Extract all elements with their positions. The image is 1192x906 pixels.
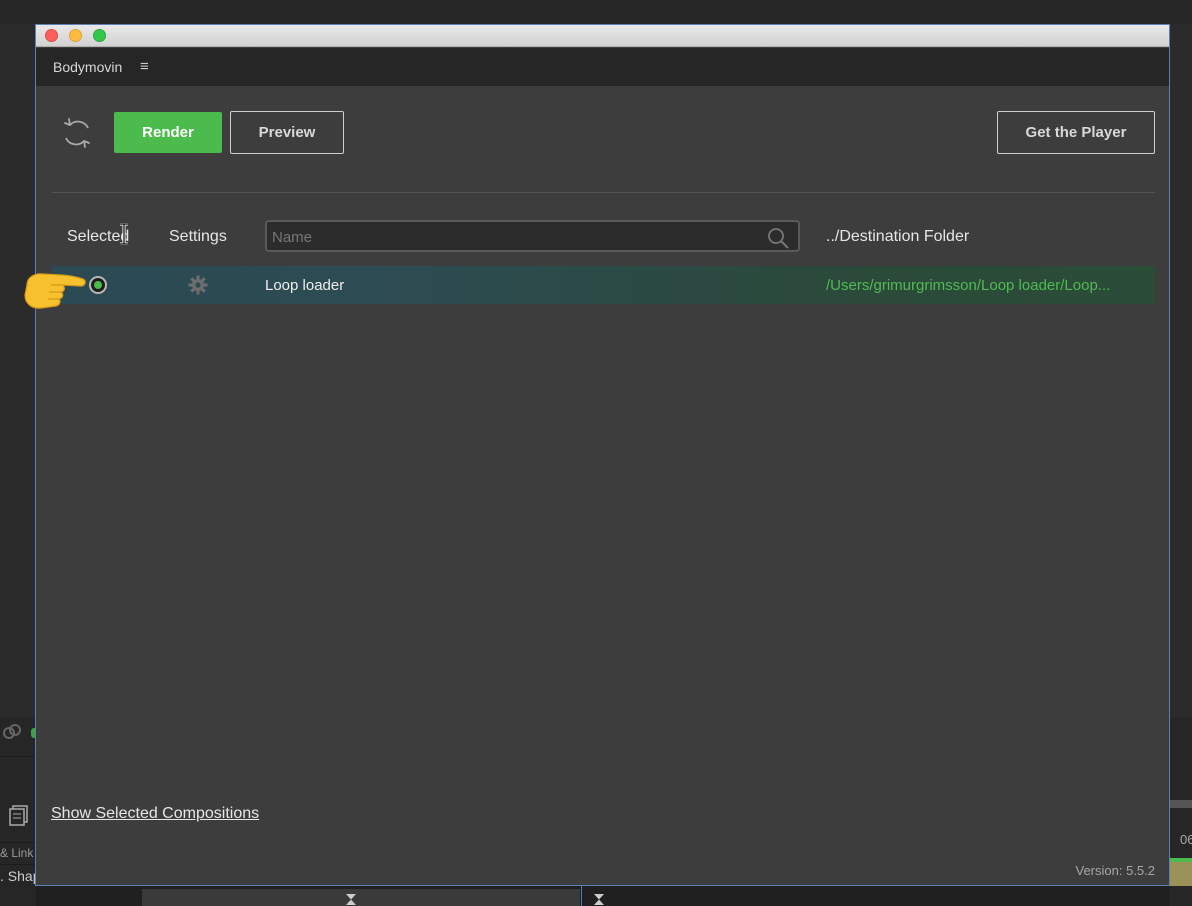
composition-name: Loop loader [265,277,345,294]
show-selected-compositions-link[interactable]: Show Selected Compositions [51,805,259,823]
composition-row[interactable]: Loop loader /Users/grimurgrimsson/Loop l… [52,266,1155,304]
background-app-left-panel: & Link . Shap [0,718,40,906]
panel-header: Bodymovin ≡ [36,48,1169,86]
composition-icon[interactable] [8,804,30,826]
divider [0,864,36,865]
timeline-divider [581,886,582,906]
scrollbar[interactable] [1170,800,1192,808]
search-field[interactable] [265,220,800,252]
pointing-hand-icon [24,273,86,309]
column-header-destination: ../Destination Folder [826,228,970,245]
background-app-right-panel: 06 [1170,718,1192,906]
hourglass-icon [346,894,356,905]
background-app-top [0,0,1192,24]
background-app-timeline [36,886,1170,906]
preview-button[interactable]: Preview [230,111,344,154]
toolbar-separator [52,192,1155,193]
search-input[interactable] [272,226,752,248]
panel-title: Bodymovin [53,59,123,75]
zoom-button[interactable] [93,29,106,42]
text-cursor-icon [120,223,128,245]
hourglass-icon [594,894,604,905]
divider [0,756,36,757]
close-button[interactable] [45,29,58,42]
background-label: & Link [0,846,34,860]
title-bar[interactable] [36,25,1169,47]
destination-path[interactable]: /Users/grimurgrimsson/Loop loader/Loop..… [826,277,1142,294]
background-label: 06 [1180,832,1192,847]
timeline-track[interactable] [142,889,580,906]
panel-content: Render Preview Get the Player Selected S… [36,86,1169,885]
link-icon [3,724,21,739]
minimize-button[interactable] [69,29,82,42]
version-label: Version: 5.5.2 [1075,863,1156,878]
hamburger-menu-icon[interactable]: ≡ [140,58,149,75]
refresh-icon[interactable] [62,116,92,150]
get-the-player-button[interactable]: Get the Player [997,111,1155,154]
render-button[interactable]: Render [114,112,222,153]
selected-radio[interactable] [89,276,107,294]
divider [0,842,36,843]
gear-icon[interactable] [187,274,209,296]
timeline-bar[interactable] [1170,862,1192,886]
selected-dot [94,281,102,289]
column-header-settings: Settings [169,228,227,245]
search-icon [768,228,789,249]
bodymovin-window: Bodymovin ≡ Render Preview Get the Playe… [35,24,1170,886]
